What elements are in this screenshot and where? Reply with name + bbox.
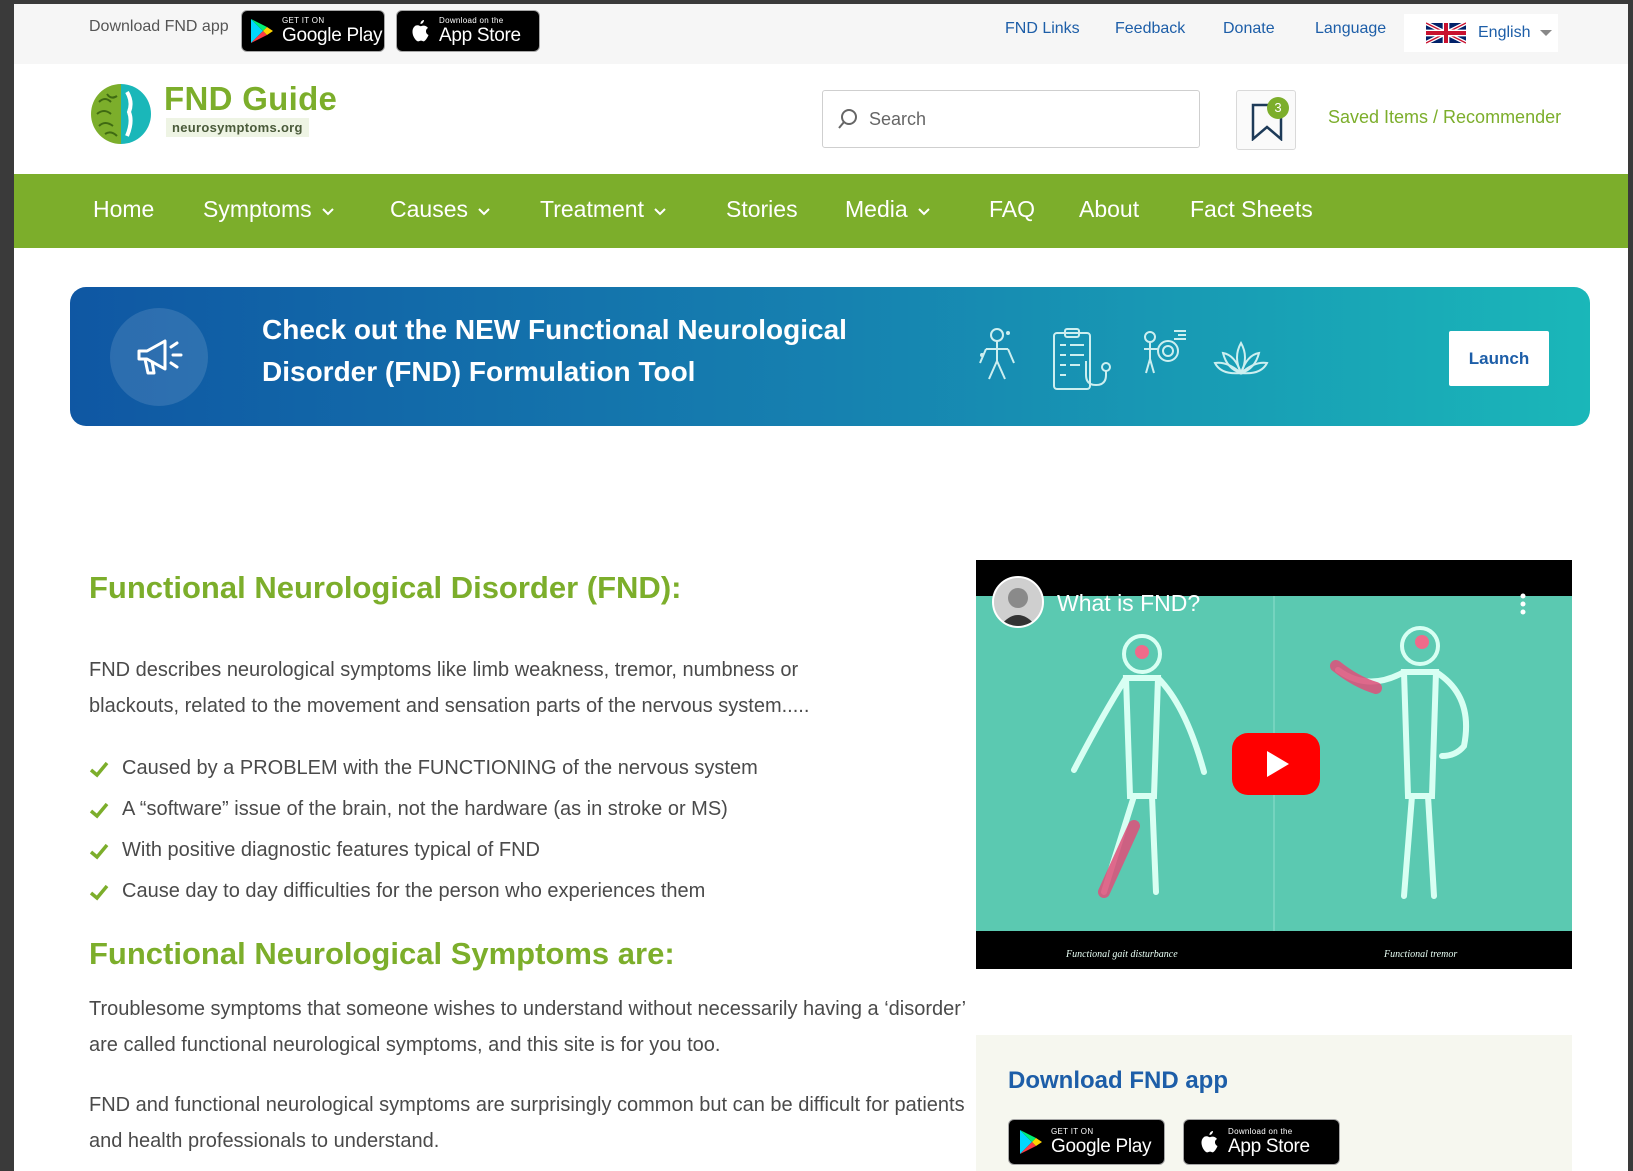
intro-paragraph: FND describes neurological symptoms like… bbox=[89, 659, 810, 717]
nav-symptoms-label: Symptoms bbox=[203, 196, 312, 222]
google-play-small-text: GET IT ON bbox=[282, 16, 325, 25]
google-play-icon bbox=[251, 19, 273, 43]
symptoms-paragraph: Troublesome symptoms that someone wishes… bbox=[89, 998, 966, 1056]
app-store-badge[interactable]: Download on the App Store bbox=[396, 10, 540, 52]
megaphone-icon bbox=[137, 339, 183, 375]
chevron-down-icon bbox=[654, 208, 666, 216]
saved-items-link[interactable]: Saved Items / Recommender bbox=[1328, 107, 1561, 128]
saved-items-button[interactable]: 3 bbox=[1236, 90, 1296, 150]
apple-icon bbox=[412, 20, 429, 42]
list-item-text: Cause day to day difficulties for the pe… bbox=[122, 880, 706, 902]
download-app-label: Download FND app bbox=[89, 18, 229, 35]
nav-treatment[interactable]: Treatment bbox=[540, 196, 666, 223]
app-store-small-text: Download on the bbox=[1228, 1127, 1293, 1136]
channel-avatar[interactable] bbox=[992, 576, 1044, 628]
google-play-text: Google Play bbox=[1051, 1136, 1152, 1157]
video-caption-left: Functional gait disturbance bbox=[1066, 949, 1178, 960]
google-play-small-text: GET IT ON bbox=[1051, 1127, 1094, 1136]
download-app-heading: Download FND app bbox=[1008, 1067, 1228, 1094]
checkmark-icon bbox=[89, 884, 109, 900]
list-item: A “software” issue of the brain, not the… bbox=[89, 789, 758, 830]
nav-about[interactable]: About bbox=[1079, 196, 1139, 223]
nav-faq-label: FAQ bbox=[989, 196, 1036, 222]
checkmark-icon bbox=[89, 761, 109, 777]
common-paragraph: FND and functional neurological symptoms… bbox=[89, 1094, 965, 1152]
nav-media-label: Media bbox=[845, 196, 908, 222]
feedback-link[interactable]: Feedback bbox=[1115, 20, 1185, 38]
more-options-icon[interactable] bbox=[1520, 592, 1526, 616]
megaphone-icon-wrap bbox=[110, 308, 208, 406]
brand-domain: neurosymptoms.org bbox=[166, 118, 309, 137]
list-item: Caused by a PROBLEM with the FUNCTIONING… bbox=[89, 748, 758, 789]
nav-causes-label: Causes bbox=[390, 196, 468, 222]
checkmark-icon bbox=[89, 802, 109, 818]
list-item-text: Caused by a PROBLEM with the FUNCTIONING… bbox=[122, 757, 758, 779]
brain-logo-icon[interactable] bbox=[89, 82, 153, 146]
nav-treatment-label: Treatment bbox=[540, 196, 644, 222]
nav-home-label: Home bbox=[93, 196, 155, 222]
list-item: With positive diagnostic features typica… bbox=[89, 830, 758, 871]
app-store-badge[interactable]: Download on the App Store bbox=[1183, 1119, 1340, 1165]
launch-button[interactable]: Launch bbox=[1449, 331, 1549, 386]
search-placeholder: Search bbox=[869, 108, 927, 129]
person-target-icon bbox=[1144, 330, 1186, 374]
clipboard-stethoscope-icon bbox=[1053, 328, 1111, 390]
saved-count-badge: 3 bbox=[1267, 97, 1289, 119]
chevron-down-icon bbox=[1540, 30, 1553, 36]
language-selected: English bbox=[1478, 24, 1531, 41]
checkmark-icon bbox=[89, 843, 109, 859]
chevron-down-icon bbox=[321, 208, 334, 216]
nav-home[interactable]: Home bbox=[93, 196, 154, 223]
person-body-icon bbox=[979, 328, 1015, 380]
google-play-badge[interactable]: GET IT ON Google Play bbox=[1008, 1119, 1165, 1165]
avatar-icon bbox=[994, 578, 1042, 626]
lotus-icon bbox=[1213, 340, 1269, 376]
google-play-badge[interactable]: GET IT ON Google Play bbox=[241, 10, 385, 52]
brand-name[interactable]: FND Guide bbox=[164, 80, 337, 118]
nav-fact-sheets[interactable]: Fact Sheets bbox=[1190, 196, 1313, 223]
nav-fact-sheets-label: Fact Sheets bbox=[1190, 196, 1313, 222]
donate-link[interactable]: Donate bbox=[1223, 20, 1275, 38]
formulation-tool-banner: Check out the NEW Functional Neurologica… bbox=[70, 287, 1590, 426]
list-item-text: A “software” issue of the brain, not the… bbox=[122, 798, 728, 820]
search-input[interactable]: Search bbox=[822, 90, 1200, 148]
search-icon bbox=[838, 109, 857, 129]
fnd-feature-list: Caused by a PROBLEM with the FUNCTIONING… bbox=[89, 748, 758, 912]
google-play-text: Google Play bbox=[282, 25, 383, 46]
page-heading: Functional Neurological Disorder (FND): bbox=[89, 570, 682, 605]
nav-stories-label: Stories bbox=[726, 196, 798, 222]
uk-flag-icon bbox=[1426, 22, 1466, 44]
nav-causes[interactable]: Causes bbox=[390, 196, 490, 223]
language-label: Language bbox=[1315, 20, 1387, 37]
video-caption-right: Functional tremor bbox=[1384, 949, 1458, 960]
nav-media[interactable]: Media bbox=[845, 196, 930, 223]
apple-icon bbox=[1201, 1131, 1218, 1153]
main-nav: Home Symptoms Causes Treatment Stories M… bbox=[14, 174, 1628, 248]
language-select[interactable]: English bbox=[1404, 14, 1558, 52]
chevron-down-icon bbox=[917, 208, 930, 216]
download-app-box: Download FND app GET IT ON Google Play D… bbox=[976, 1035, 1572, 1171]
youtube-play-icon[interactable] bbox=[1232, 733, 1320, 795]
nav-stories[interactable]: Stories bbox=[726, 196, 798, 223]
banner-title: Check out the NEW Functional Neurologica… bbox=[262, 314, 847, 387]
app-store-text: App Store bbox=[1228, 1136, 1310, 1157]
app-store-text: App Store bbox=[439, 25, 521, 46]
app-store-small-text: Download on the bbox=[439, 16, 504, 25]
chevron-down-icon bbox=[478, 208, 490, 216]
browser-viewport: Download FND app GET IT ON Google Play D… bbox=[14, 4, 1628, 1171]
video-player[interactable]: Functional gait disturbance Functional t… bbox=[976, 560, 1572, 969]
video-title[interactable]: What is FND? bbox=[1057, 590, 1200, 617]
fnd-links-link[interactable]: FND Links bbox=[1005, 20, 1080, 38]
section-heading: Functional Neurological Symptoms are: bbox=[89, 936, 675, 971]
nav-about-label: About bbox=[1079, 196, 1140, 222]
nav-faq[interactable]: FAQ bbox=[989, 196, 1035, 223]
list-item: Cause day to day difficulties for the pe… bbox=[89, 871, 758, 912]
google-play-icon bbox=[1020, 1130, 1042, 1154]
nav-symptoms[interactable]: Symptoms bbox=[203, 196, 334, 223]
top-bar: Download FND app GET IT ON Google Play D… bbox=[14, 4, 1628, 64]
list-item-text: With positive diagnostic features typica… bbox=[122, 839, 540, 861]
